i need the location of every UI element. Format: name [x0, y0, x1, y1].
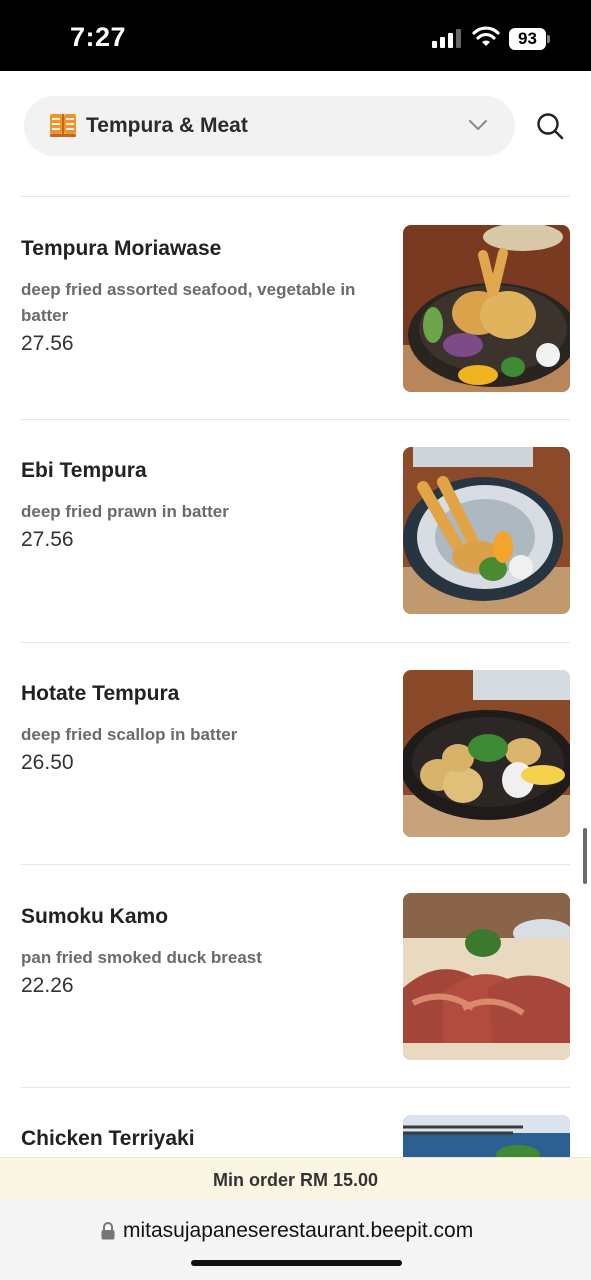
search-icon[interactable]: [536, 112, 564, 140]
divider: [21, 419, 570, 420]
category-dropdown[interactable]: Tempura & Meat: [24, 96, 515, 156]
item-name: Chicken Terriyaki: [21, 1127, 195, 1150]
item-photo[interactable]: [403, 225, 570, 392]
item-description: deep fried assorted seafood, vegetable i…: [21, 280, 356, 325]
chevron-down-icon: [469, 120, 487, 130]
item-photo[interactable]: [403, 893, 570, 1060]
item-description: pan fried smoked duck breast: [21, 948, 262, 967]
wifi-icon: [472, 26, 500, 46]
menu-item[interactable]: Hotate Tempura deep fried scallop in bat…: [0, 670, 591, 904]
item-price: 27.56: [21, 528, 74, 551]
divider: [21, 642, 570, 643]
menu-item[interactable]: Sumoku Kamo pan fried smoked duck breast…: [0, 893, 591, 1127]
min-order-banner: Min order RM 15.00: [0, 1157, 591, 1201]
item-photo[interactable]: [403, 447, 570, 614]
item-price: 22.26: [21, 974, 74, 997]
item-price: 27.56: [21, 332, 74, 355]
item-name: Ebi Tempura: [21, 459, 147, 482]
item-description: deep fried scallop in batter: [21, 725, 238, 744]
item-name: Hotate Tempura: [21, 682, 180, 705]
divider: [21, 1087, 570, 1088]
status-time: 7:27: [70, 22, 127, 52]
item-name: Tempura Moriawase: [21, 237, 222, 260]
category-label: Tempura & Meat: [86, 114, 248, 137]
divider: [21, 864, 570, 865]
item-price: 26.50: [21, 751, 74, 774]
home-indicator[interactable]: [191, 1260, 402, 1266]
scrollbar-thumb[interactable]: [583, 828, 587, 884]
book-icon: [50, 114, 76, 137]
browser-address-bar[interactable]: mitasujapaneserestaurant.beepit.com: [0, 1201, 591, 1280]
status-bar: 7:27 93: [0, 0, 591, 71]
cellular-signal-icon: [432, 29, 461, 48]
item-photo[interactable]: [403, 670, 570, 837]
menu-item[interactable]: Tempura Moriawase deep fried assorted se…: [0, 225, 591, 459]
url-text: mitasujapaneserestaurant.beepit.com: [123, 1219, 474, 1242]
battery-level: 93: [509, 28, 546, 50]
lock-icon: [101, 1222, 115, 1240]
item-description: deep fried prawn in batter: [21, 502, 229, 521]
item-name: Sumoku Kamo: [21, 905, 169, 928]
item-photo[interactable]: [403, 1115, 570, 1157]
divider: [21, 196, 570, 197]
menu-item[interactable]: Ebi Tempura deep fried prawn in batter 2…: [0, 447, 591, 681]
battery-icon: 93: [509, 28, 551, 50]
